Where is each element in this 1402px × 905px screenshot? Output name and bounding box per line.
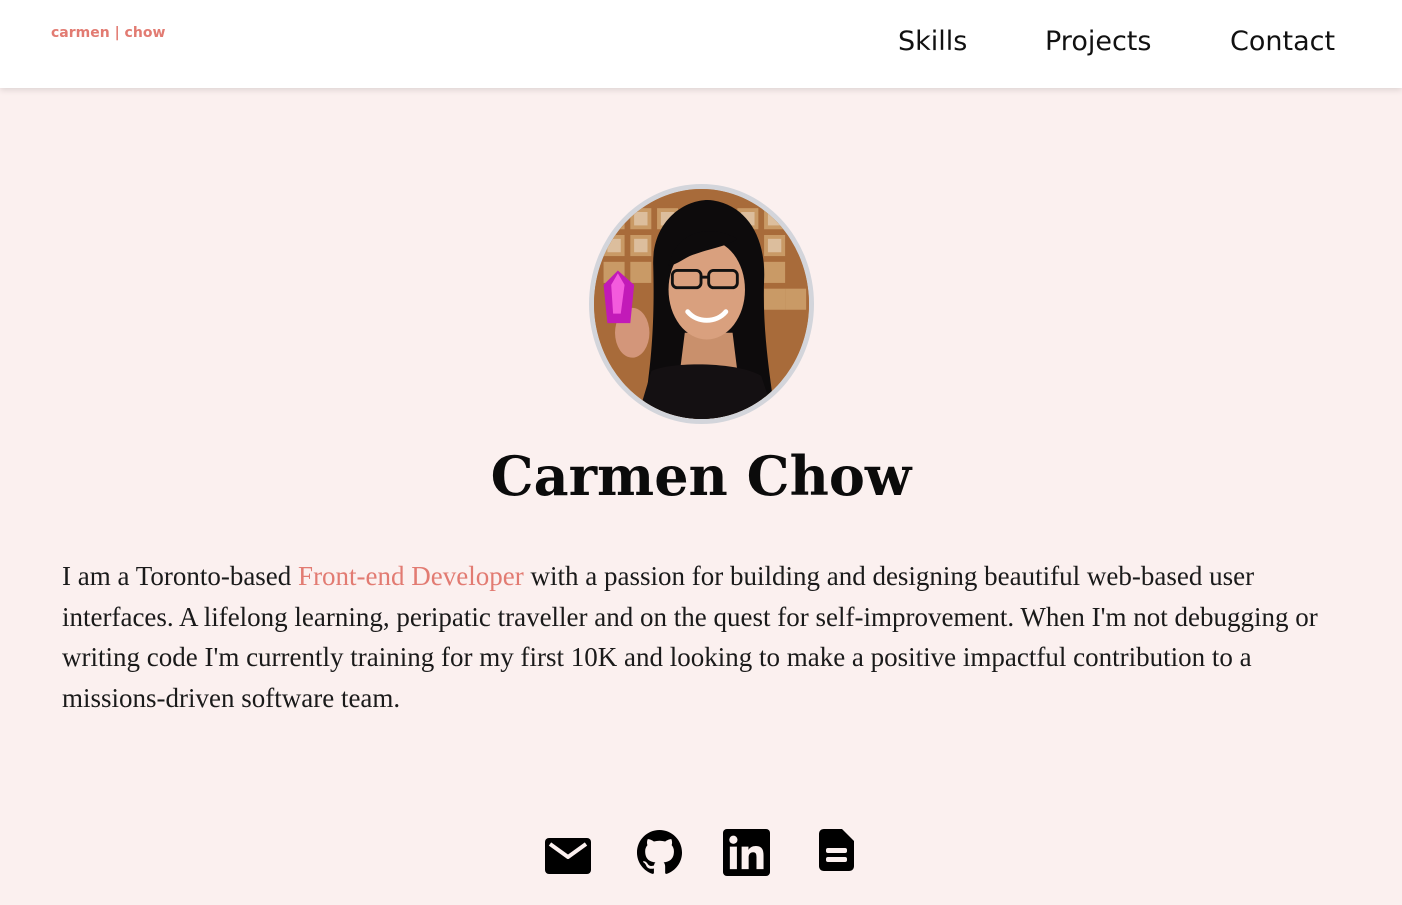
resume-icon[interactable] — [818, 828, 855, 872]
nav-projects-link[interactable]: Projects — [1045, 22, 1151, 62]
nav-contact-link[interactable]: Contact — [1230, 22, 1335, 62]
site-header: carmen | chow Skills Projects Contact — [0, 0, 1402, 88]
profile-photo — [589, 184, 814, 424]
nav-skills-link[interactable]: Skills — [898, 22, 967, 62]
bio-role-highlight: Front-end Developer — [298, 561, 524, 591]
linkedin-icon[interactable] — [723, 829, 770, 876]
bio-paragraph: I am a Toronto-based Front-end Developer… — [62, 556, 1352, 718]
bio-intro: I am a Toronto-based — [62, 561, 299, 591]
github-icon[interactable] — [636, 829, 683, 876]
logo-link[interactable]: carmen | chow — [51, 25, 165, 41]
profile-name: Carmen Chow — [490, 444, 912, 508]
mail-icon[interactable] — [544, 832, 592, 876]
